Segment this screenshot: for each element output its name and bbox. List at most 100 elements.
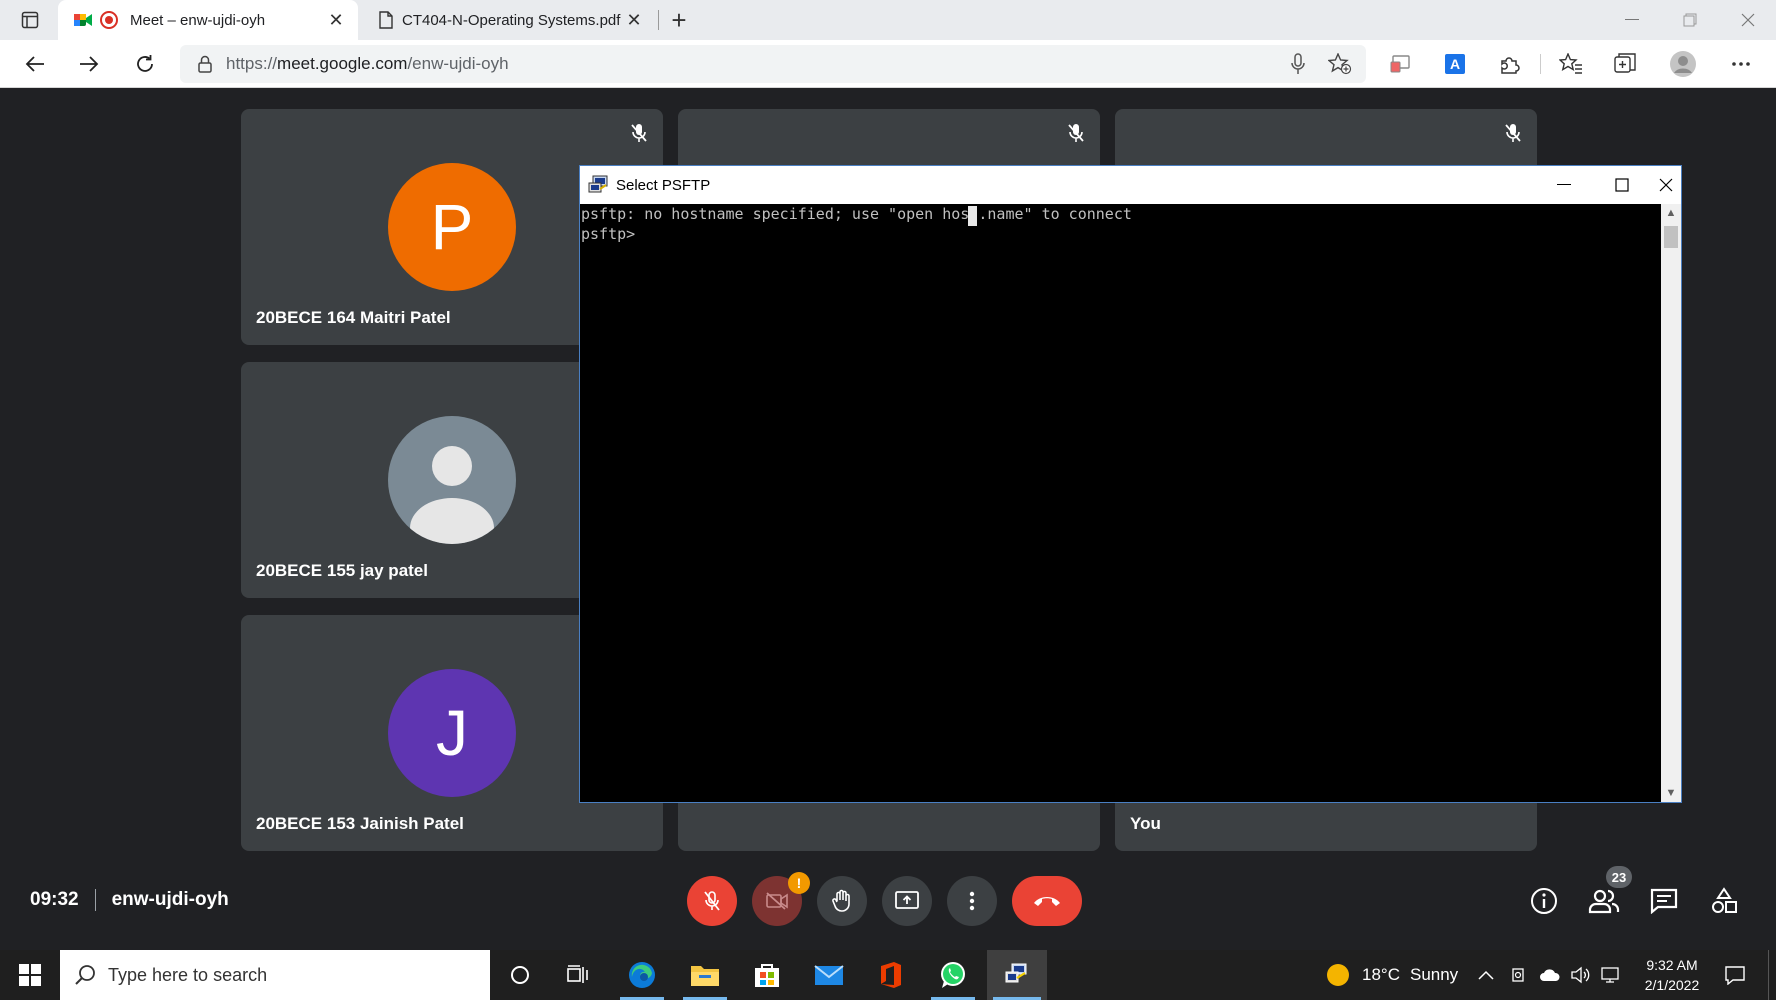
weather-temp: 18°C — [1362, 965, 1400, 984]
url-text: https://meet.google.com/enw-ujdi-oyh — [226, 54, 509, 73]
file-explorer-icon[interactable] — [677, 950, 733, 1000]
volume-icon[interactable] — [1570, 950, 1590, 1000]
refresh-icon[interactable] — [128, 48, 162, 80]
mic-off-icon — [625, 119, 653, 147]
task-view-icon[interactable] — [550, 950, 606, 1000]
cortana-icon[interactable] — [492, 950, 548, 1000]
meeting-info: 09:32 enw-ujdi-oyh — [30, 889, 229, 911]
console-minimize-icon[interactable] — [1535, 166, 1593, 204]
default-avatar-icon — [388, 416, 516, 544]
whatsapp-icon[interactable] — [925, 950, 981, 1000]
leave-call-button[interactable] — [1012, 876, 1082, 926]
microsoft-store-icon[interactable] — [739, 950, 795, 1000]
meeting-time: 09:32 — [30, 889, 79, 910]
document-icon — [378, 11, 394, 29]
people-count-badge: 23 — [1606, 866, 1632, 888]
console-prompt: psftp> — [581, 225, 636, 243]
more-options-icon[interactable] — [1726, 50, 1756, 78]
mic-off-icon — [1499, 119, 1527, 147]
google-meet-icon — [74, 12, 92, 28]
close-tab-icon[interactable]: ✕ — [324, 8, 348, 32]
show-hidden-icons[interactable] — [1478, 950, 1494, 1000]
tab-title: CT404-N-Operating Systems.pdf — [402, 11, 621, 29]
meet-now-icon[interactable] — [1511, 950, 1527, 1000]
console-output[interactable]: psftp: no hostname specified; use "open … — [580, 204, 1661, 802]
tab-meet[interactable]: Meet – enw-ujdi-oyh ✕ — [58, 0, 358, 40]
participant-name: 20BECE 155 jay patel — [256, 561, 428, 580]
search-icon — [74, 964, 96, 986]
activities-icon[interactable] — [1707, 884, 1741, 918]
tab-actions-icon[interactable] — [14, 8, 46, 32]
favorites-icon[interactable] — [1556, 50, 1586, 78]
network-icon[interactable] — [1600, 950, 1620, 1000]
people-icon[interactable] — [1587, 884, 1621, 918]
edge-browser-icon[interactable] — [614, 950, 670, 1000]
close-window-icon[interactable] — [1720, 0, 1776, 40]
forward-icon[interactable] — [72, 48, 106, 80]
present-screen-button[interactable] — [882, 876, 932, 926]
taskbar-clock[interactable]: 9:32 AM 2/1/2022 — [1630, 955, 1714, 995]
cast-icon[interactable] — [1386, 50, 1416, 78]
chat-icon[interactable] — [1647, 884, 1681, 918]
search-placeholder: Type here to search — [108, 964, 268, 985]
clock-time: 9:32 AM — [1646, 957, 1698, 973]
tab-divider — [658, 10, 659, 30]
restore-icon[interactable] — [1662, 0, 1718, 40]
console-close-icon[interactable] — [1651, 166, 1681, 204]
scroll-down-icon[interactable]: ▼ — [1661, 784, 1681, 802]
taskbar-search[interactable]: Type here to search — [60, 950, 490, 1000]
console-scrollbar[interactable]: ▲ ▼ — [1661, 204, 1681, 802]
window-title: Select PSFTP — [616, 176, 711, 194]
new-tab-button[interactable]: + — [664, 5, 694, 35]
participant-avatar: J — [388, 669, 516, 797]
add-favorite-icon[interactable] — [1327, 52, 1352, 80]
console-maximize-icon[interactable] — [1593, 166, 1651, 204]
show-desktop-button[interactable] — [1768, 950, 1776, 1000]
meeting-details-icon[interactable] — [1527, 884, 1561, 918]
console-line: psftp: no hostname specified; use "open … — [581, 205, 1132, 223]
lock-icon[interactable] — [198, 55, 212, 73]
info-divider — [94, 889, 96, 911]
notifications-icon[interactable] — [1724, 950, 1746, 1000]
psftp-titlebar[interactable]: Select PSFTP — [580, 166, 1681, 204]
minimize-icon[interactable] — [1604, 0, 1660, 40]
microphone-toggle-button[interactable] — [687, 876, 737, 926]
psftp-window[interactable]: Select PSFTP psftp: no hostname specifie… — [579, 165, 1682, 803]
weather-text: Sunny — [1409, 965, 1459, 984]
raise-hand-button[interactable] — [817, 876, 867, 926]
recording-icon — [100, 11, 118, 29]
participant-name: 20BECE 164 Maitri Patel — [256, 308, 451, 327]
putty-icon — [588, 175, 610, 195]
onedrive-icon[interactable] — [1539, 950, 1561, 1000]
more-options-button[interactable] — [947, 876, 997, 926]
address-bar[interactable]: https://meet.google.com/enw-ujdi-oyh — [180, 45, 1366, 83]
tab-pdf[interactable]: CT404-N-Operating Systems.pdf ✕ — [362, 0, 656, 40]
psftp-taskbar-icon[interactable] — [987, 950, 1047, 1000]
camera-warning-badge: ! — [788, 872, 810, 894]
browser-tab-bar: Meet – enw-ujdi-oyh ✕ CT404-N-Operating … — [0, 0, 1776, 40]
microphone-icon[interactable] — [1290, 53, 1306, 80]
extension-a-icon[interactable]: A — [1440, 50, 1470, 78]
close-tab-icon[interactable]: ✕ — [622, 8, 646, 32]
collections-icon[interactable] — [1610, 50, 1640, 78]
participant-name: 20BECE 153 Jainish Patel — [256, 814, 464, 833]
sun-icon — [1327, 964, 1349, 986]
browser-toolbar: https://meet.google.com/enw-ujdi-oyh A — [0, 40, 1776, 88]
participant-avatar: P — [388, 163, 516, 291]
windows-taskbar: Type here to search 18°C Sunny 9:32 AM 2… — [0, 950, 1776, 1000]
toolbar-divider — [1540, 54, 1541, 74]
back-icon[interactable] — [18, 48, 52, 80]
text-cursor — [968, 206, 977, 226]
clock-date: 2/1/2022 — [1644, 977, 1700, 993]
start-icon[interactable] — [2, 950, 58, 1000]
scroll-up-icon[interactable]: ▲ — [1661, 204, 1681, 222]
mail-icon[interactable] — [801, 950, 857, 1000]
scroll-thumb[interactable] — [1664, 226, 1678, 248]
office-icon[interactable] — [863, 950, 919, 1000]
participant-name: You — [1130, 814, 1161, 833]
mic-off-icon — [1062, 119, 1090, 147]
weather-widget[interactable]: 18°C Sunny — [1326, 950, 1458, 1000]
extensions-puzzle-icon[interactable] — [1494, 50, 1524, 78]
profile-avatar-icon[interactable] — [1668, 50, 1698, 78]
svg-text:A: A — [1450, 56, 1460, 72]
